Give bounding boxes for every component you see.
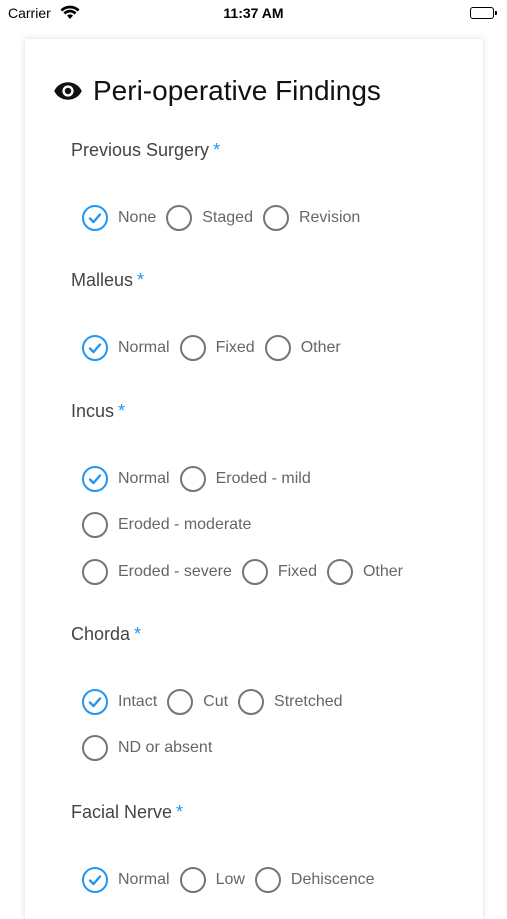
radio-unchecked-icon[interactable] <box>82 512 108 538</box>
radio-option-other[interactable]: Other <box>326 559 403 585</box>
radio-unchecked-icon[interactable] <box>179 335 206 361</box>
section-incus: Incus * Normal Eroded - mild Eroded - modera… <box>71 401 471 585</box>
radio-option-label: Eroded - mild <box>215 470 311 487</box>
field-label-text: Chorda <box>71 624 131 644</box>
eye-icon <box>54 82 82 100</box>
radio-unchecked-icon[interactable] <box>82 735 108 761</box>
radio-option-normal[interactable]: Normal <box>82 466 170 492</box>
radio-option-label: Intact <box>118 693 158 710</box>
radio-option-label: Eroded - severe <box>118 563 232 580</box>
radio-group-row: Normal Fixed Other <box>82 332 351 364</box>
checkmark-icon <box>88 474 102 485</box>
card-header: Peri-operative Findings <box>53 75 381 107</box>
field-label: Incus * <box>71 401 471 422</box>
required-marker: * <box>137 270 145 290</box>
radio-option-label: Dehiscence <box>290 871 375 888</box>
status-bar: Carrier 11:37 AM <box>0 0 507 28</box>
checkmark-icon <box>88 875 102 886</box>
radio-option-label: Cut <box>203 693 229 710</box>
section-previous-surgery: Previous Surgery * None Staged Revision <box>71 140 471 231</box>
radio-option-label: Other <box>300 339 341 356</box>
radio-option-label: Fixed <box>215 339 255 356</box>
radio-unchecked-icon[interactable] <box>241 559 268 585</box>
radio-option-eroded-mild[interactable]: Eroded - mild <box>179 466 311 492</box>
radio-option-label: Low <box>215 871 245 888</box>
radio-group-row: Intact Cut Stretched <box>82 686 353 718</box>
required-marker: * <box>176 802 184 822</box>
radio-option-label: Revision <box>298 209 361 226</box>
radio-option-label: ND or absent <box>118 739 213 756</box>
radio-checked-icon[interactable] <box>82 205 108 231</box>
radio-group-row: Normal Eroded - mild <box>82 463 321 495</box>
field-label: Chorda * <box>71 624 471 645</box>
radio-option-label: Normal <box>118 470 170 487</box>
checkmark-icon <box>88 213 102 224</box>
radio-option-label: Normal <box>118 339 170 356</box>
radio-unchecked-icon[interactable] <box>264 335 291 361</box>
clock: 11:37 AM <box>223 5 284 21</box>
findings-card: Peri-operative Findings Previous Surgery… <box>25 39 483 919</box>
checkmark-icon <box>88 343 102 354</box>
section-facial-nerve: Facial Nerve * Normal Low Dehiscence <box>71 802 471 893</box>
field-label: Facial Nerve * <box>71 802 471 823</box>
radio-checked-icon[interactable] <box>82 867 108 893</box>
radio-option-eroded-severe[interactable]: Eroded - severe <box>82 559 232 585</box>
radio-option-none[interactable]: None <box>82 205 156 231</box>
radio-option-nd-or-absent[interactable]: ND or absent <box>82 735 212 761</box>
radio-unchecked-icon[interactable] <box>254 867 281 893</box>
radio-option-other[interactable]: Other <box>264 335 341 361</box>
radio-unchecked-icon[interactable] <box>179 867 206 893</box>
required-marker: * <box>134 624 142 644</box>
radio-unchecked-icon[interactable] <box>179 466 206 492</box>
radio-option-label: Eroded - moderate <box>118 516 252 533</box>
radio-unchecked-icon[interactable] <box>167 689 194 715</box>
required-marker: * <box>118 401 126 421</box>
radio-option-normal[interactable]: Normal <box>82 335 170 361</box>
field-label-text: Facial Nerve <box>71 802 173 822</box>
radio-option-label: Staged <box>202 209 253 226</box>
radio-option-label: Fixed <box>277 563 317 580</box>
radio-option-intact[interactable]: Intact <box>82 689 157 715</box>
radio-unchecked-icon[interactable] <box>238 689 265 715</box>
radio-checked-icon[interactable] <box>82 466 108 492</box>
radio-group-row: Eroded - severe Fixed Other <box>82 556 413 588</box>
field-label-text: Malleus <box>71 270 134 290</box>
radio-option-label: Normal <box>118 871 170 888</box>
radio-option-eroded-moderate[interactable]: Eroded - moderate <box>82 512 251 538</box>
radio-option-fixed[interactable]: Fixed <box>241 559 317 585</box>
radio-option-staged[interactable]: Staged <box>166 205 253 231</box>
field-label-text: Previous Surgery <box>71 140 210 160</box>
radio-option-revision[interactable]: Revision <box>262 205 361 231</box>
field-label: Malleus * <box>71 270 471 291</box>
radio-option-dehiscence[interactable]: Dehiscence <box>254 867 375 893</box>
radio-group-row: Eroded - moderate <box>82 509 261 541</box>
radio-unchecked-icon[interactable] <box>262 205 289 231</box>
radio-option-normal[interactable]: Normal <box>82 867 170 893</box>
field-label: Previous Surgery * <box>71 140 471 161</box>
radio-group-row: Normal Low Dehiscence <box>82 864 385 896</box>
required-marker: * <box>213 140 221 160</box>
field-label-text: Incus <box>71 401 115 421</box>
radio-unchecked-icon[interactable] <box>166 205 193 231</box>
radio-option-label: Other <box>362 563 403 580</box>
radio-unchecked-icon[interactable] <box>82 559 108 585</box>
battery-icon <box>470 7 497 19</box>
section-malleus: Malleus * Normal Fixed Other <box>71 270 471 361</box>
radio-option-label: None <box>118 209 157 226</box>
section-chorda: Chorda * Intact Cut Stretched ND or absent <box>71 624 471 761</box>
checkmark-icon <box>88 697 102 708</box>
radio-checked-icon[interactable] <box>82 335 108 361</box>
radio-option-label: Stretched <box>274 693 343 710</box>
radio-group-row: None Staged Revision <box>82 202 370 234</box>
radio-checked-icon[interactable] <box>82 689 108 715</box>
radio-group-row: ND or absent <box>82 732 222 764</box>
radio-option-cut[interactable]: Cut <box>167 689 228 715</box>
radio-option-fixed[interactable]: Fixed <box>179 335 255 361</box>
radio-option-stretched[interactable]: Stretched <box>238 689 343 715</box>
page-title: Peri-operative Findings <box>93 75 381 106</box>
radio-option-low[interactable]: Low <box>179 867 245 893</box>
radio-unchecked-icon[interactable] <box>326 559 353 585</box>
